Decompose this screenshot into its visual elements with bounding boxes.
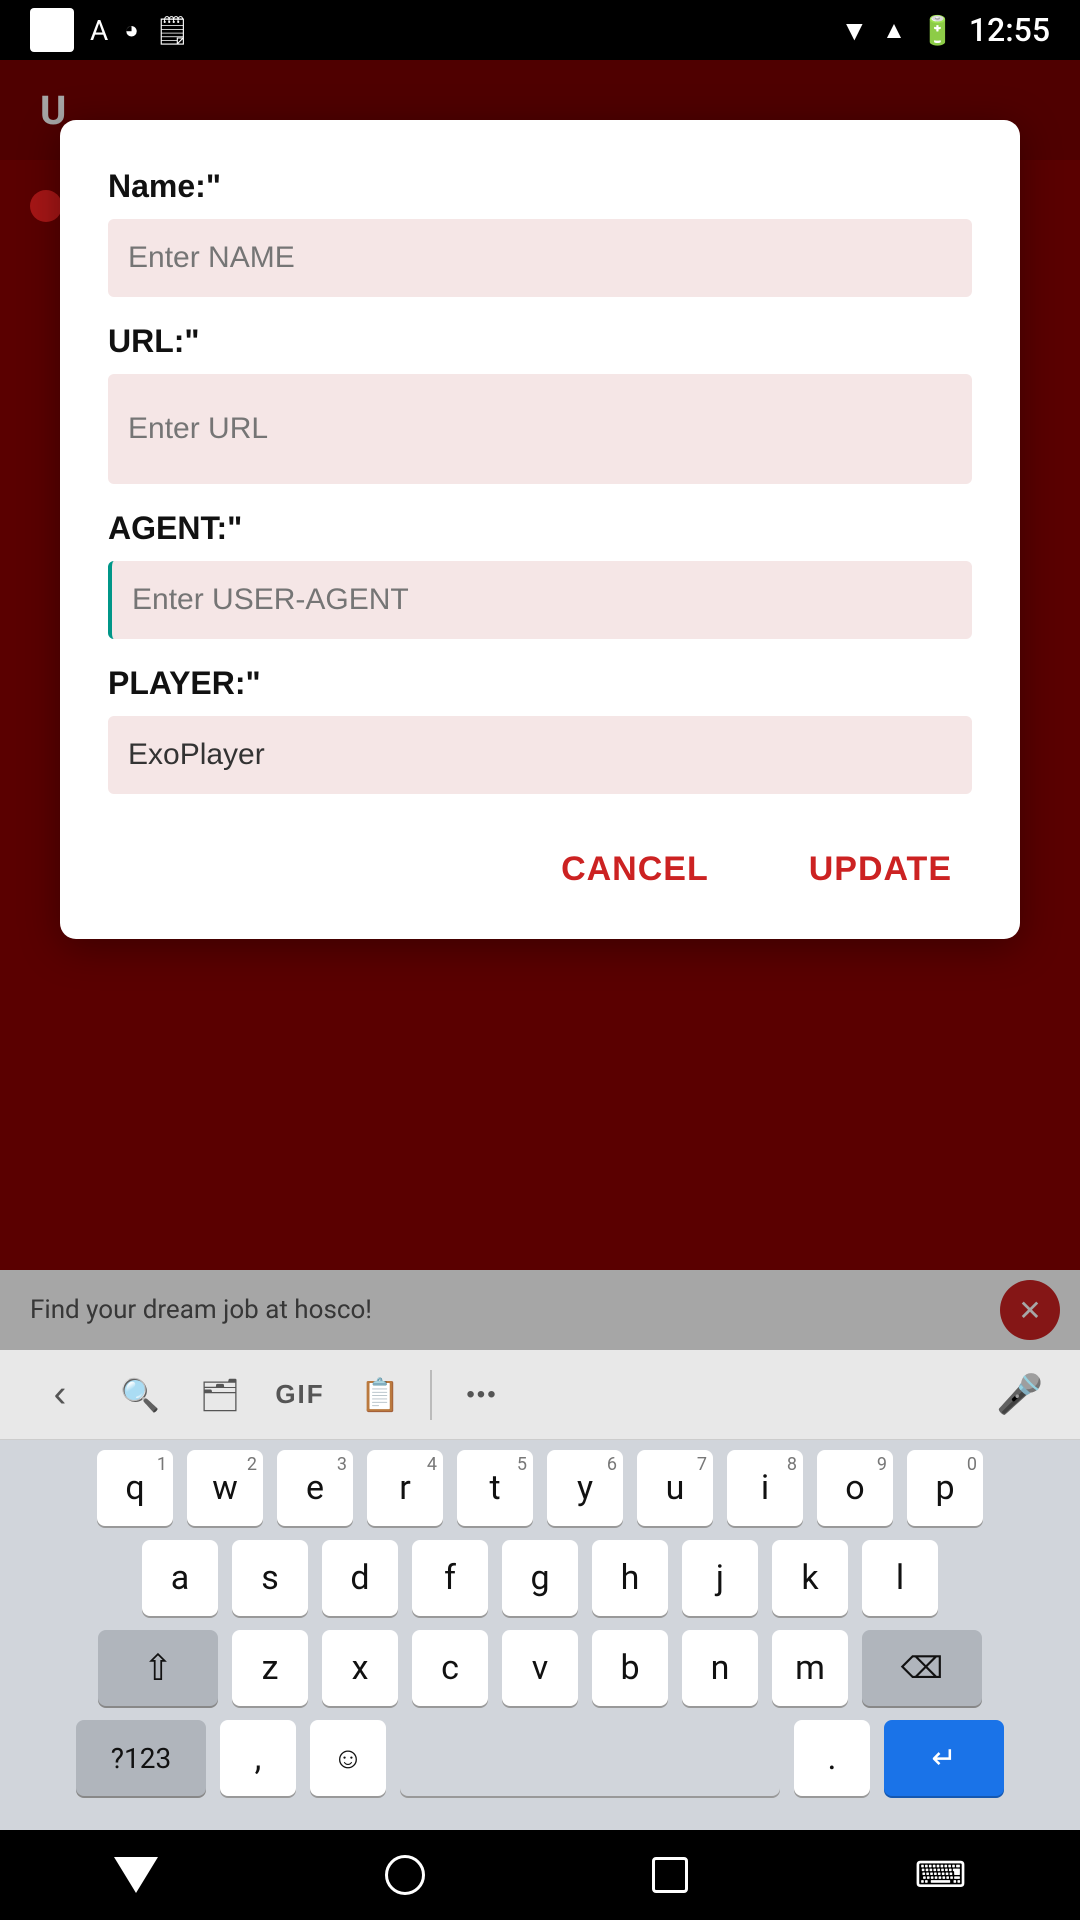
battery-icon: 🔋 xyxy=(920,14,955,47)
signal-icon: ▲ xyxy=(882,16,906,45)
keyboard-toolbar: ‹ 🔍 🗂 GIF 📋 ••• 🎤 xyxy=(0,1350,1080,1440)
key-123[interactable]: ?123 xyxy=(76,1720,206,1796)
status-bar-left: A ◕ 🗒 xyxy=(30,8,190,52)
key-s[interactable]: s xyxy=(232,1540,308,1616)
key-t[interactable]: 5t xyxy=(457,1450,533,1526)
keyboard-mic-button[interactable]: 🎤 xyxy=(980,1350,1060,1440)
name-label: Name:" xyxy=(108,168,972,205)
cancel-button[interactable]: CANCEL xyxy=(541,840,729,899)
keyboard-row-1: 1q 2w 3e 4r 5t 6y 7u 8i 9o 0p xyxy=(0,1450,1080,1526)
url-field-group: URL:" xyxy=(108,323,972,510)
nav-keyboard-button[interactable]: ⌨ xyxy=(885,1844,997,1906)
key-f[interactable]: f xyxy=(412,1540,488,1616)
navigation-bar: ⌨ xyxy=(0,1830,1080,1920)
dots-icon: ◕ xyxy=(124,16,139,45)
white-square-icon xyxy=(30,8,74,52)
edit-dialog: Name:" URL:" AGENT:" PLAYER:" CANCEL UPD… xyxy=(60,120,1020,939)
name-input[interactable] xyxy=(108,219,972,297)
key-period[interactable]: . xyxy=(794,1720,870,1796)
clipboard-icon: 🗒 xyxy=(155,14,191,47)
key-b[interactable]: b xyxy=(592,1630,668,1706)
key-h[interactable]: h xyxy=(592,1540,668,1616)
name-field-group: Name:" xyxy=(108,168,972,323)
accessibility-icon: A xyxy=(90,14,108,47)
agent-field-group: AGENT:" xyxy=(108,510,972,665)
key-a[interactable]: a xyxy=(142,1540,218,1616)
status-bar: A ◕ 🗒 ▼ ▲ 🔋 12:55 xyxy=(0,0,1080,60)
key-o[interactable]: 9o xyxy=(817,1450,893,1526)
clock: 12:55 xyxy=(969,11,1050,49)
keyboard-back-button[interactable]: ‹ xyxy=(20,1350,100,1440)
agent-label: AGENT:" xyxy=(108,510,972,547)
key-m[interactable]: m xyxy=(772,1630,848,1706)
player-input[interactable] xyxy=(108,716,972,794)
keyboard-gif-button[interactable]: GIF xyxy=(260,1350,340,1440)
key-w[interactable]: 2w xyxy=(187,1450,263,1526)
keyboard-search-button[interactable]: 🔍 xyxy=(100,1350,180,1440)
key-e[interactable]: 3e xyxy=(277,1450,353,1526)
url-label: URL:" xyxy=(108,323,972,360)
keyboard-more-button[interactable]: ••• xyxy=(442,1350,522,1440)
key-l[interactable]: l xyxy=(862,1540,938,1616)
key-j[interactable]: j xyxy=(682,1540,758,1616)
key-u[interactable]: 7u xyxy=(637,1450,713,1526)
nav-home-button[interactable] xyxy=(355,1845,455,1905)
back-triangle-icon xyxy=(114,1857,158,1893)
key-p[interactable]: 0p xyxy=(907,1450,983,1526)
wifi-icon: ▼ xyxy=(840,14,868,47)
key-y[interactable]: 6y xyxy=(547,1450,623,1526)
key-q[interactable]: 1q xyxy=(97,1450,173,1526)
url-input[interactable] xyxy=(108,374,972,484)
key-d[interactable]: d xyxy=(322,1540,398,1616)
agent-input[interactable] xyxy=(108,561,972,639)
key-i[interactable]: 8i xyxy=(727,1450,803,1526)
key-c[interactable]: c xyxy=(412,1630,488,1706)
keyboard: 1q 2w 3e 4r 5t 6y 7u 8i 9o 0p a s d f g … xyxy=(0,1440,1080,1830)
player-label: PLAYER:" xyxy=(108,665,972,702)
home-circle-icon xyxy=(385,1855,425,1895)
key-x[interactable]: x xyxy=(322,1630,398,1706)
key-g[interactable]: g xyxy=(502,1540,578,1616)
player-field-group: PLAYER:" xyxy=(108,665,972,820)
key-emoji[interactable]: ☺ xyxy=(310,1720,386,1796)
key-v[interactable]: v xyxy=(502,1630,578,1706)
toolbar-divider xyxy=(430,1370,432,1420)
key-n[interactable]: n xyxy=(682,1630,758,1706)
recent-square-icon xyxy=(652,1857,688,1893)
key-k[interactable]: k xyxy=(772,1540,848,1616)
key-enter[interactable]: ↵ xyxy=(884,1720,1004,1796)
keyboard-clipboard-button[interactable]: 📋 xyxy=(340,1350,420,1440)
keyboard-sticker-button[interactable]: 🗂 xyxy=(180,1350,260,1440)
keyboard-row-4: ?123 , ☺ . ↵ xyxy=(0,1720,1080,1796)
keyboard-row-3: ⇧ z x c v b n m ⌫ xyxy=(0,1630,1080,1706)
key-z[interactable]: z xyxy=(232,1630,308,1706)
dialog-actions: CANCEL UPDATE xyxy=(108,840,972,899)
update-button[interactable]: UPDATE xyxy=(789,840,972,899)
nav-back-button[interactable] xyxy=(84,1847,188,1903)
key-r[interactable]: 4r xyxy=(367,1450,443,1526)
nav-recent-button[interactable] xyxy=(622,1847,718,1903)
key-space[interactable] xyxy=(400,1720,780,1796)
status-bar-right: ▼ ▲ 🔋 12:55 xyxy=(840,11,1050,49)
keyboard-row-2: a s d f g h j k l xyxy=(0,1540,1080,1616)
key-shift[interactable]: ⇧ xyxy=(98,1630,218,1706)
key-backspace[interactable]: ⌫ xyxy=(862,1630,982,1706)
key-comma[interactable]: , xyxy=(220,1720,296,1796)
